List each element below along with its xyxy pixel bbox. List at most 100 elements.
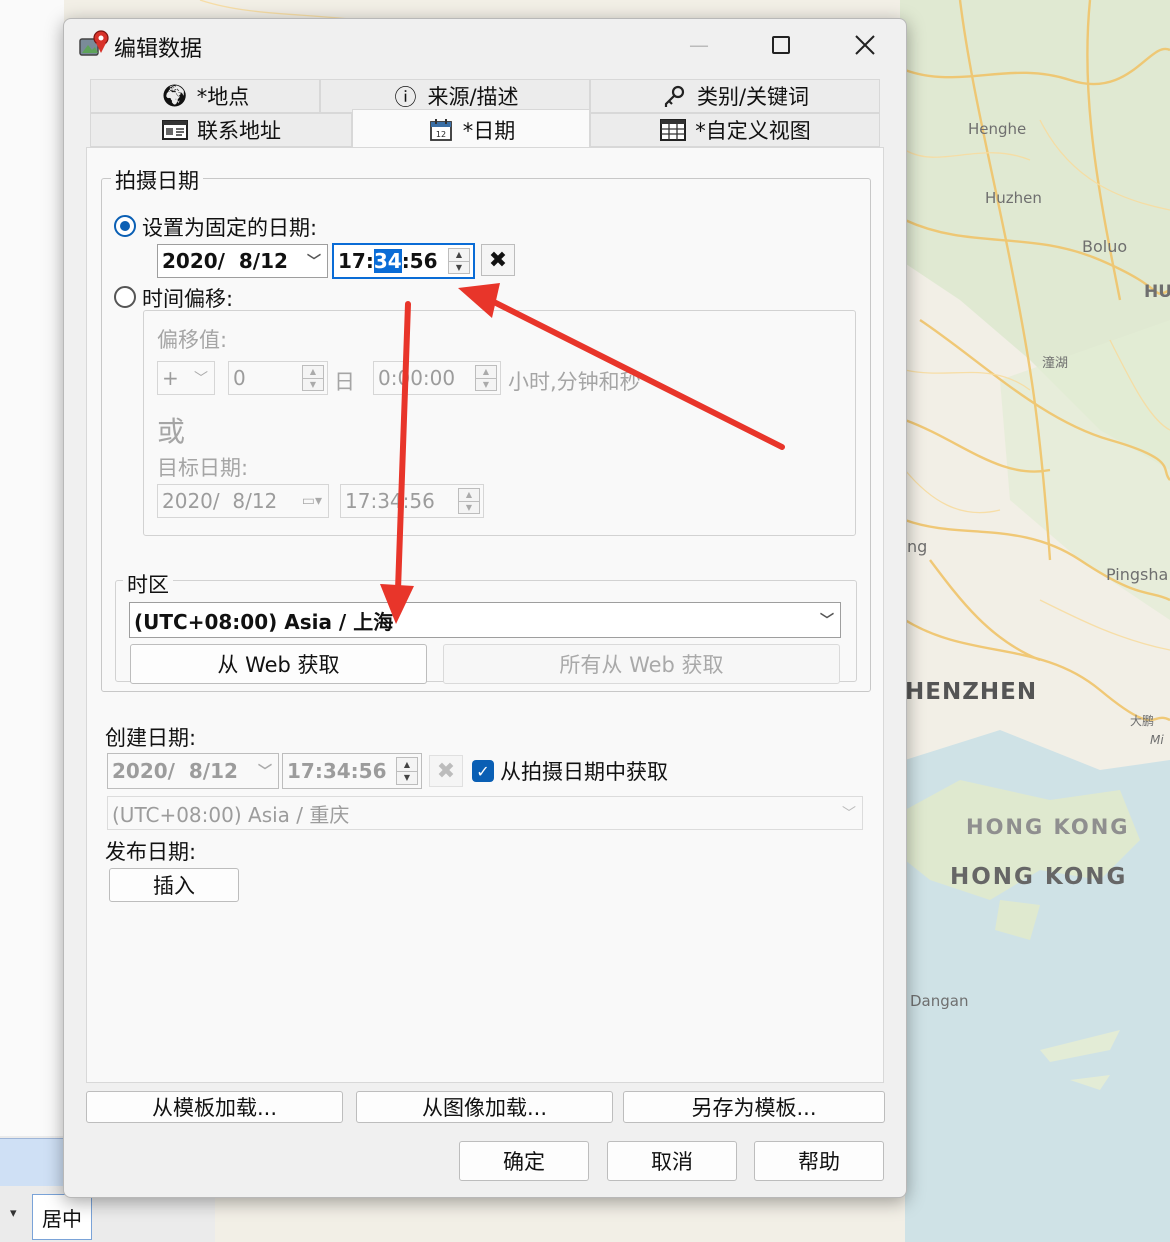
chevron-down-icon[interactable]: ﹀ xyxy=(842,803,856,823)
offset-hms-spinner[interactable]: ▲ ▼ xyxy=(475,365,497,391)
save-as-template-button[interactable]: 另存为模板... xyxy=(623,1091,885,1123)
tab-category-keywords-label: 类别/关键词 xyxy=(696,85,810,109)
shoot-date-legend: 拍摄日期 xyxy=(111,165,203,195)
tab-date[interactable]: 12 *日期 xyxy=(352,109,590,149)
maximize-icon xyxy=(772,36,790,54)
tab-location[interactable]: 🌍︎ *地点 xyxy=(90,79,320,113)
info-icon: ⓘ xyxy=(394,86,417,111)
offset-days-input[interactable]: 0 ▲ ▼ xyxy=(228,361,328,395)
load-from-template-button[interactable]: 从模板加载... xyxy=(86,1091,343,1123)
create-timezone-select[interactable]: (UTC+08:00) Asia / 重庆 ﹀ xyxy=(107,796,863,830)
app-icon xyxy=(79,30,109,56)
table-view-icon xyxy=(659,119,687,141)
tab-date-label: *日期 xyxy=(462,118,516,143)
offset-sign-select[interactable]: + ﹀ xyxy=(157,361,215,395)
date-tab-panel: 拍摄日期 设置为固定的日期: 2020/ 8/12 ﹀ 17: 34:56 ▲ ▼ … xyxy=(86,147,884,1083)
map-label-pingsha: Pingsha xyxy=(1106,565,1169,584)
fixed-date-radio[interactable] xyxy=(114,215,136,237)
map-label-dangan: Dangan xyxy=(910,992,969,1010)
offset-value-label: 偏移值: xyxy=(157,328,228,352)
from-shoot-date-label: 从拍摄日期中获取 xyxy=(500,760,668,784)
fixed-date-label: 设置为固定的日期: xyxy=(142,216,318,240)
timezone-legend: 时区 xyxy=(123,569,173,599)
shoot-time-hour: 17: xyxy=(338,249,374,273)
offset-hms-unit: 小时,分钟和秒 xyxy=(508,370,641,394)
clear-shoot-date-button[interactable]: ✖ xyxy=(481,244,515,276)
chevron-down-icon[interactable]: ﹀ xyxy=(307,251,321,271)
map-label-mi: Mi xyxy=(1150,733,1164,747)
calendar-dropdown-icon[interactable]: ▭▾ xyxy=(302,493,322,509)
clear-create-date-button[interactable]: ✖ xyxy=(429,755,463,787)
map-label-shenzhen: HENZHEN xyxy=(905,679,1038,705)
target-date-value: 2020/ 8/12 xyxy=(162,489,278,513)
title-bar[interactable]: 编辑数据 — xyxy=(64,19,906,71)
cancel-button[interactable]: 取消 xyxy=(607,1141,737,1181)
shoot-date-value: 2020/ 8/12 xyxy=(162,249,288,273)
map-label-boluo: Boluo xyxy=(1082,237,1128,256)
create-timezone-value: (UTC+08:00) Asia / 重庆 xyxy=(112,802,350,827)
key-icon xyxy=(661,84,689,108)
time-offset-label: 时间偏移: xyxy=(142,287,234,311)
offset-sign-value: + xyxy=(162,366,179,390)
map-label-dapeng: 大鹏 xyxy=(1130,714,1155,728)
address-card-icon xyxy=(161,120,189,140)
target-time-input[interactable]: 17:34:56 ▲ ▼ xyxy=(340,484,484,518)
offset-days-value: 0 xyxy=(233,366,246,390)
shoot-date-picker[interactable]: 2020/ 8/12 ﹀ xyxy=(157,244,328,278)
tab-contact-address-label: 联系地址 xyxy=(197,119,281,143)
tab-category-keywords[interactable]: 类别/关键词 xyxy=(590,79,880,113)
insert-publish-date-button[interactable]: 插入 xyxy=(109,868,239,902)
svg-text:12: 12 xyxy=(436,130,446,139)
spin-up-icon[interactable]: ▲ xyxy=(449,249,469,261)
load-from-image-button[interactable]: 从图像加载... xyxy=(356,1091,613,1123)
shoot-time-spinner[interactable]: ▲ ▼ xyxy=(448,248,470,274)
map-label-hu: HU xyxy=(1144,282,1170,302)
tab-contact-address[interactable]: 联系地址 xyxy=(90,113,352,147)
maximize-button[interactable] xyxy=(756,27,806,63)
map-label-tonghu: 潼湖 xyxy=(1042,356,1069,371)
target-time-spinner[interactable]: ▲ ▼ xyxy=(458,488,480,514)
spin-down-icon[interactable]: ▼ xyxy=(449,260,469,274)
or-label: 或 xyxy=(157,415,186,448)
create-time-spinner[interactable]: ▲ ▼ xyxy=(396,757,418,785)
ok-button[interactable]: 确定 xyxy=(459,1141,589,1181)
target-date-picker[interactable]: 2020/ 8/12 ▭▾ xyxy=(157,484,329,518)
offset-days-unit: 日 xyxy=(334,370,355,394)
checkmark-icon: ✓ xyxy=(476,761,490,781)
publish-date-label: 发布日期: xyxy=(105,840,197,864)
map-label-huzhen: Huzhen xyxy=(985,189,1042,207)
chevron-down-icon[interactable]: ﹀ xyxy=(258,761,272,781)
chevron-down-icon: ﹀ xyxy=(194,371,208,387)
offset-days-spinner[interactable]: ▲ ▼ xyxy=(302,365,324,391)
time-offset-radio[interactable] xyxy=(114,286,136,308)
timezone-select[interactable]: (UTC+08:00) Asia / 上海 ﹀ xyxy=(129,602,841,638)
chevron-down-icon[interactable]: ﹀ xyxy=(820,610,834,630)
map-label-hong-kong-region: HONG KONG xyxy=(966,815,1130,839)
tab-location-label: *地点 xyxy=(196,85,250,109)
help-button[interactable]: 帮助 xyxy=(754,1141,884,1181)
minimize-button[interactable]: — xyxy=(674,27,724,63)
caret-down-icon[interactable]: ▾ xyxy=(10,1206,17,1221)
close-button[interactable] xyxy=(840,27,890,63)
shoot-time-minute-selected: 34 xyxy=(373,249,402,273)
offset-hms-value: 0:00:00 xyxy=(378,366,456,390)
map-label-hong-kong-city: HONG KONG xyxy=(950,864,1128,890)
clear-x-icon: ✖ xyxy=(436,758,456,784)
selected-row-highlight xyxy=(0,1138,64,1186)
get-all-from-web-button[interactable]: 所有从 Web 获取 xyxy=(443,644,840,684)
from-shoot-date-checkbox[interactable]: ✓ xyxy=(472,760,494,782)
target-time-value: 17:34:56 xyxy=(345,489,435,513)
create-date-picker[interactable]: 2020/ 8/12 ﹀ xyxy=(107,753,279,789)
target-date-label: 目标日期: xyxy=(157,456,249,480)
globe-icon: 🌍︎ xyxy=(160,83,189,109)
get-from-web-button[interactable]: 从 Web 获取 xyxy=(130,644,427,684)
shoot-time-input[interactable]: 17: 34:56 ▲ ▼ xyxy=(332,243,475,279)
tab-custom-view-label: *自定义视图 xyxy=(695,119,811,143)
center-button[interactable]: 居中 xyxy=(32,1194,92,1240)
create-time-input[interactable]: 17:34:56 ▲ ▼ xyxy=(282,753,422,789)
tab-custom-view[interactable]: *自定义视图 xyxy=(590,113,880,147)
tab-source-description[interactable]: ⓘ 来源/描述 xyxy=(320,79,590,113)
offset-hms-input[interactable]: 0:00:00 ▲ ▼ xyxy=(373,361,501,395)
close-icon xyxy=(855,35,875,55)
edit-data-dialog: 编辑数据 — 🌍︎ *地点 ⓘ 来源/描述 类别/关键词 联系地址 12 *日期 xyxy=(63,18,907,1198)
